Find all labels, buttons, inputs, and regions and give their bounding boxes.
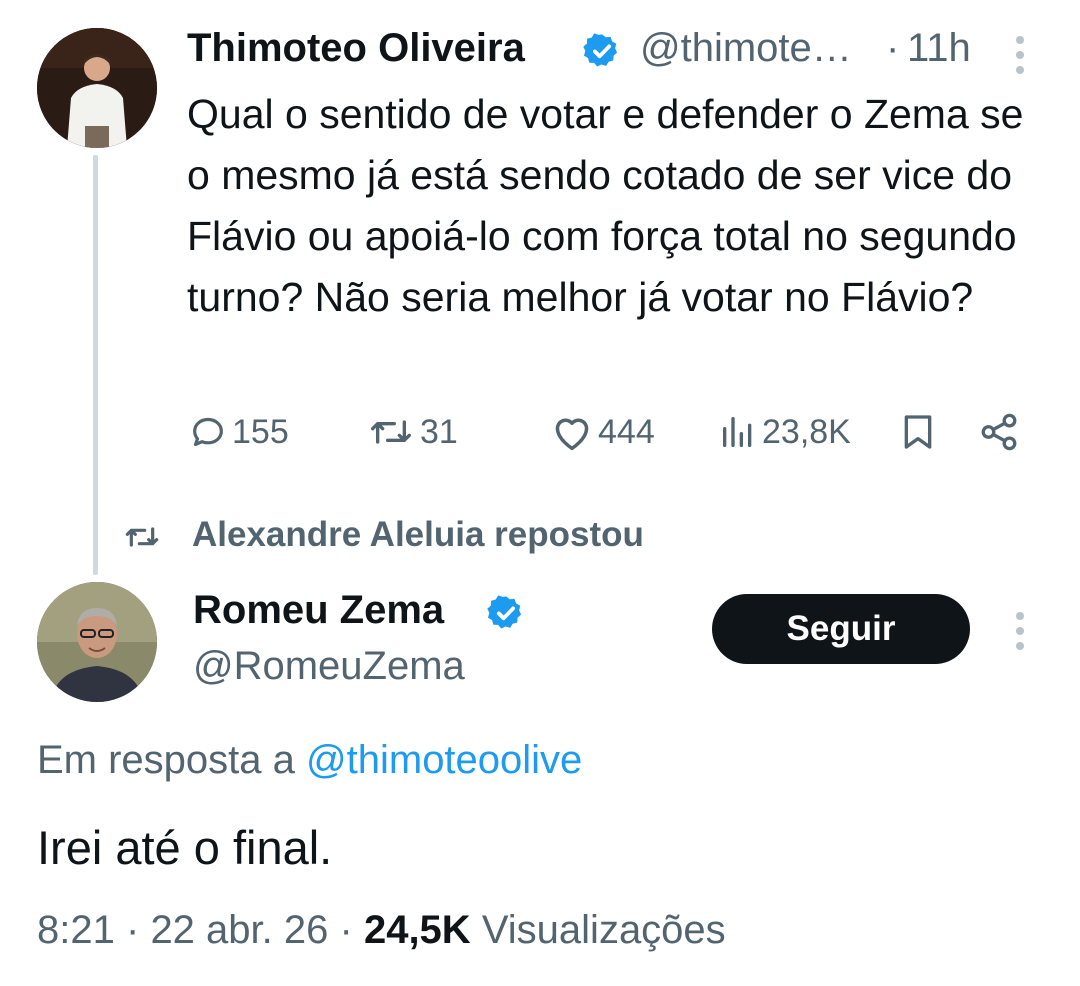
- author-handle[interactable]: @RomeuZema: [193, 644, 465, 689]
- reply-to-link[interactable]: @thimoteoolive: [306, 738, 582, 782]
- tweet-text: Irei até o final.: [37, 821, 333, 874]
- avatar-thimoteo[interactable]: [37, 28, 157, 148]
- reply-count: 155: [232, 412, 289, 451]
- separator-dot: ·: [886, 26, 900, 70]
- thread-connector-line: [93, 155, 98, 575]
- repost-notice-icon: [125, 527, 159, 547]
- share-button[interactable]: [978, 412, 1020, 452]
- repost-icon: [371, 420, 411, 444]
- views-button[interactable]: 23,8K: [718, 412, 851, 452]
- reply-icon: [193, 417, 223, 447]
- tweet-date[interactable]: 22 abr. 26: [150, 908, 328, 952]
- verified-badge-icon: [583, 33, 618, 67]
- like-icon: [555, 418, 589, 451]
- like-count: 444: [598, 412, 655, 451]
- author-handle[interactable]: @thimote…: [640, 26, 852, 71]
- avatar-romeu-zema[interactable]: [37, 582, 157, 702]
- avatar-thimoteo-image: [37, 28, 157, 148]
- author-name[interactable]: Thimoteo Oliveira: [187, 26, 525, 71]
- author-name[interactable]: Romeu Zema: [193, 588, 444, 633]
- repost-notice[interactable]: Alexandre Aleluia repostou: [192, 515, 644, 555]
- reply-prefix: Em resposta a: [37, 738, 295, 782]
- bookmark-icon: [904, 415, 932, 449]
- tweet-meta: 8:21 · 22 abr. 26 · 24,5K Visualizações: [37, 908, 726, 953]
- share-icon: [981, 413, 1017, 451]
- views-label: Visualizações: [481, 908, 726, 952]
- reply-button[interactable]: 155: [188, 412, 289, 452]
- views-count: 23,8K: [762, 412, 851, 451]
- more-options-icon[interactable]: [1015, 612, 1025, 657]
- more-options-icon[interactable]: [1015, 36, 1025, 81]
- views-count: 24,5K: [363, 908, 471, 952]
- repost-button[interactable]: 31: [366, 412, 458, 452]
- like-button[interactable]: 444: [550, 412, 655, 452]
- views-icon: [723, 417, 752, 447]
- repost-count: 31: [420, 412, 458, 451]
- avatar-romeu-zema-image: [37, 582, 157, 702]
- bookmark-button[interactable]: [898, 412, 938, 452]
- separator-dot: ·: [125, 908, 140, 952]
- tweet-text: Qual o sentido de votar e defender o Zem…: [187, 91, 1024, 320]
- follow-button[interactable]: Seguir: [712, 594, 970, 664]
- tweet-time[interactable]: 11h: [907, 26, 971, 71]
- reply-context: Em resposta a @thimoteoolive: [37, 738, 582, 783]
- separator-dot: ·: [339, 908, 353, 952]
- verified-badge-icon: [487, 595, 522, 629]
- tweet-time[interactable]: 8:21: [37, 908, 115, 952]
